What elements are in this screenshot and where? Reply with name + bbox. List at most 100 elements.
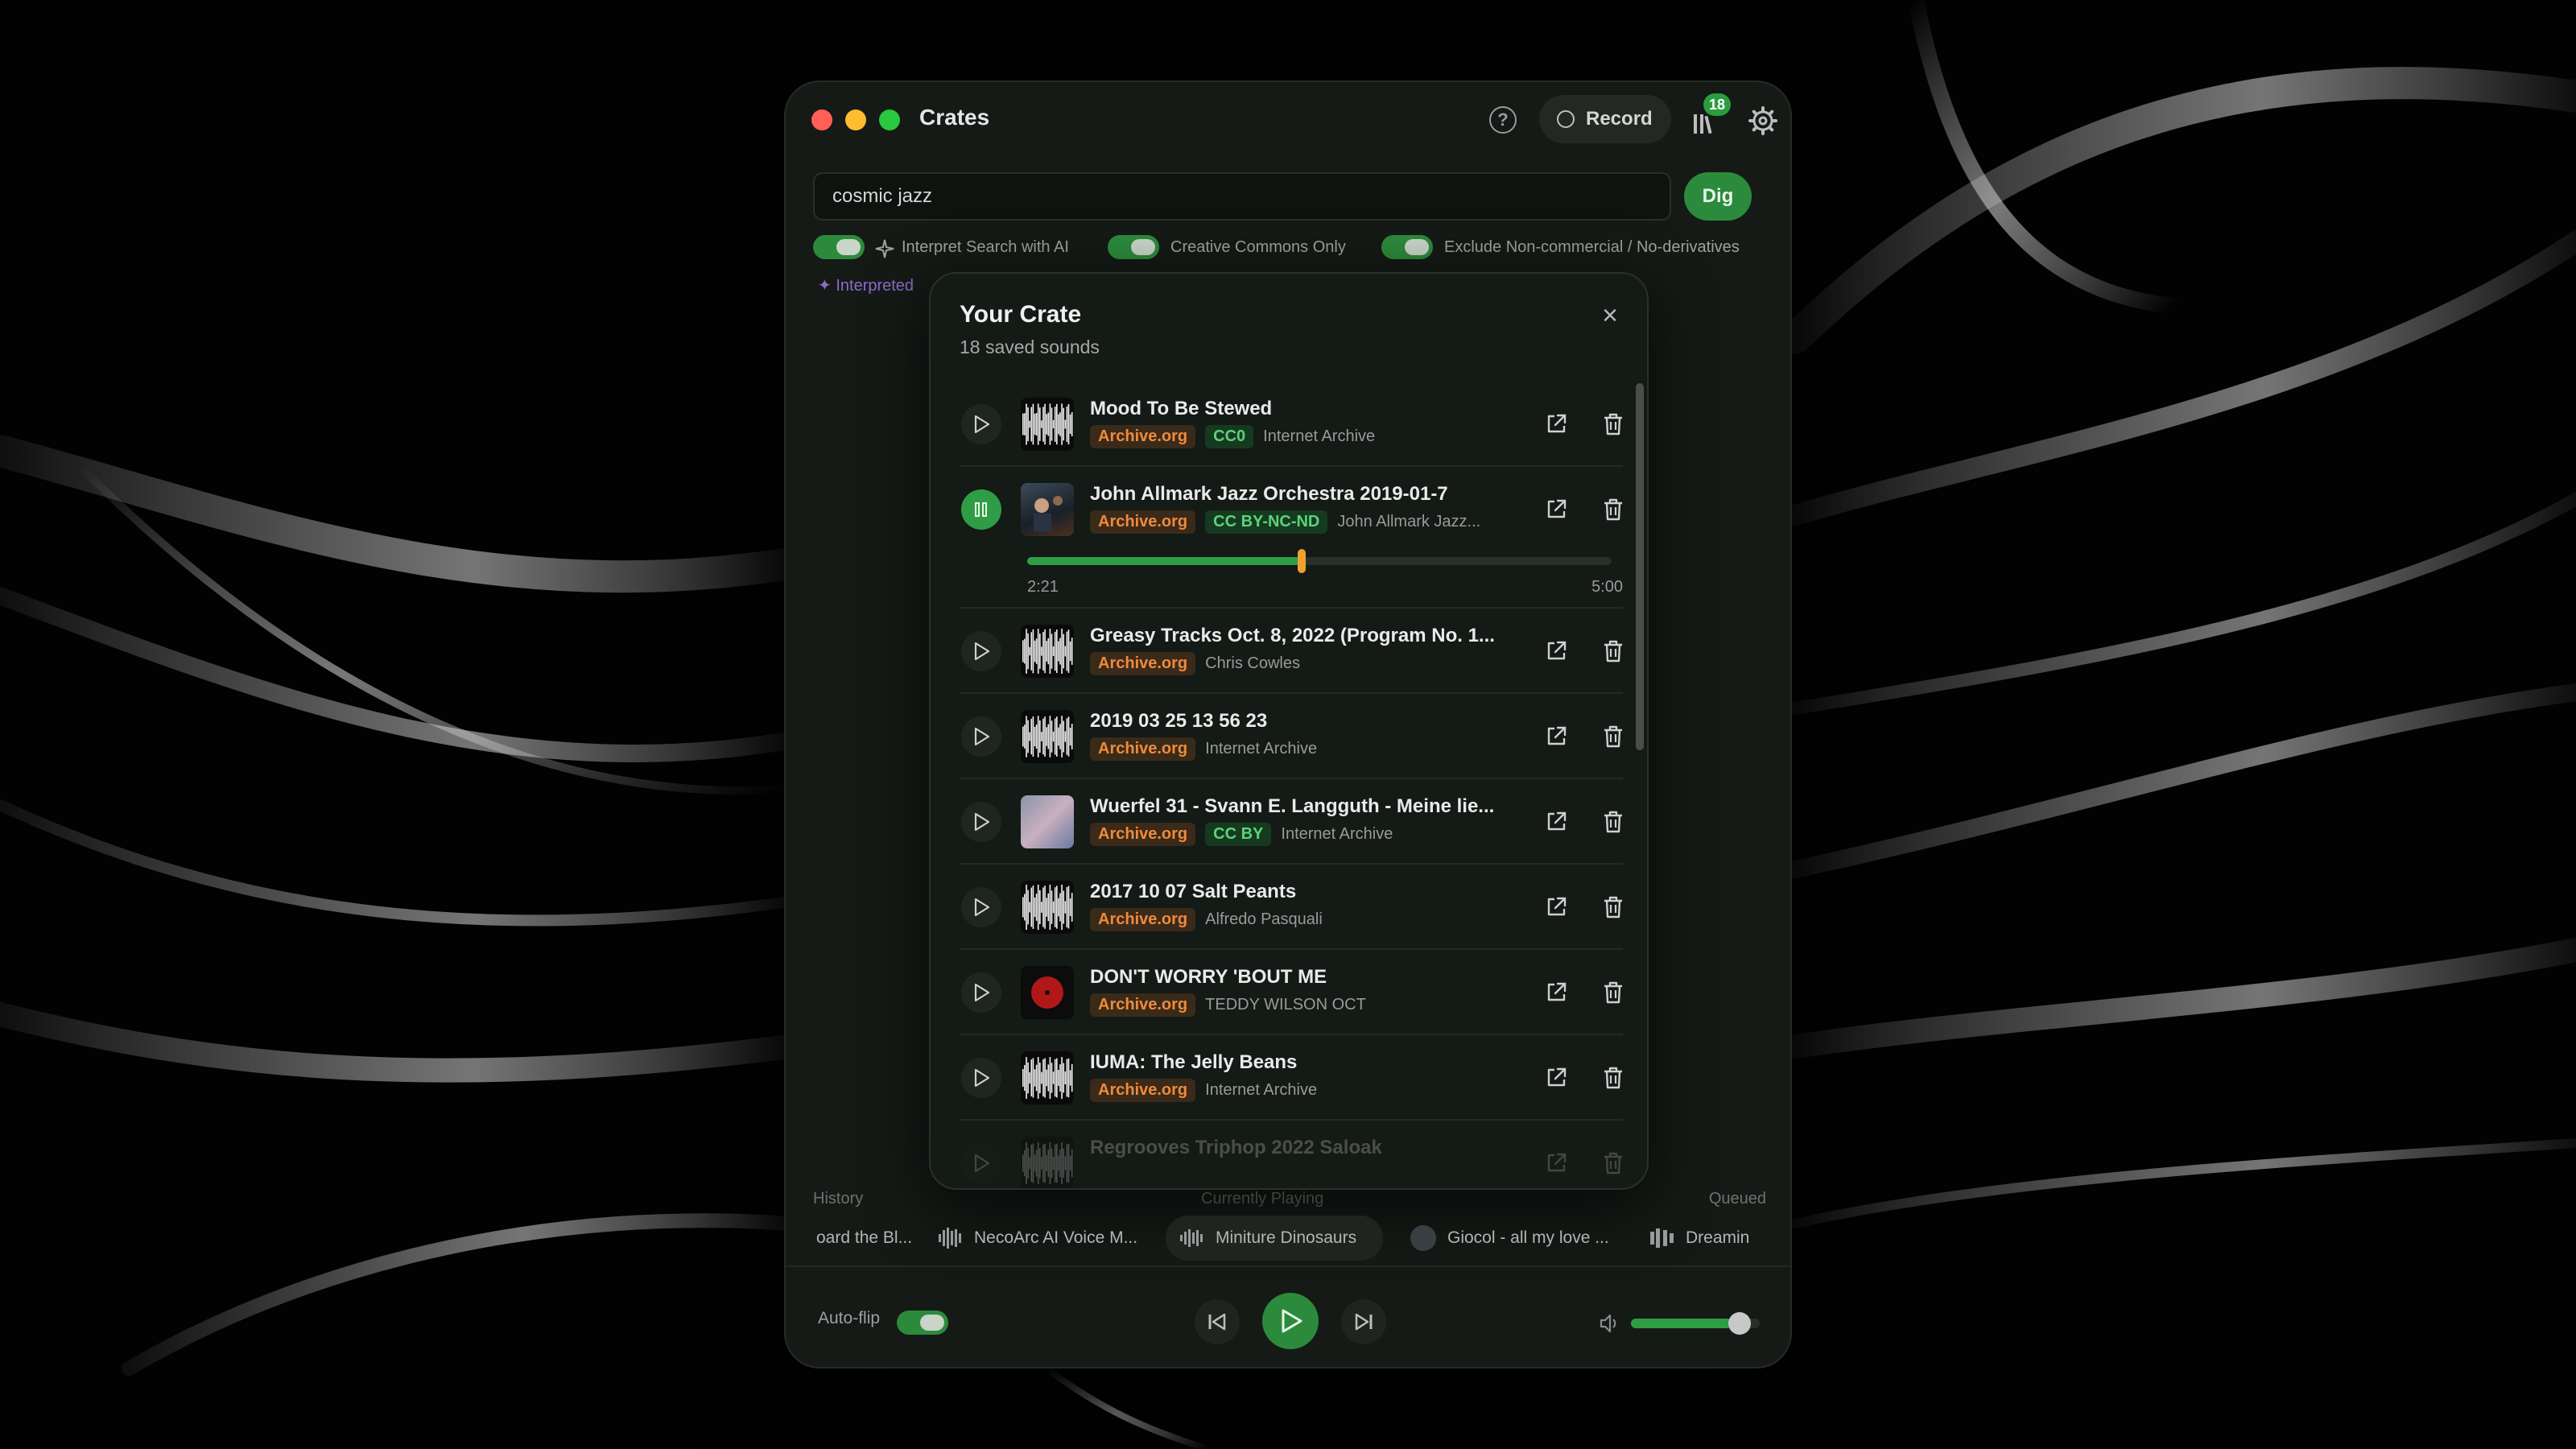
crate-row[interactable]: 2017 10 07 Salt Peants Archive.org Alfredo… — [960, 865, 1623, 950]
open-external-icon[interactable] — [1544, 1151, 1568, 1175]
progress-handle[interactable] — [1298, 549, 1307, 573]
trash-icon[interactable] — [1602, 810, 1623, 834]
trash-icon[interactable] — [1602, 639, 1623, 663]
crate-title: Your Crate — [960, 301, 1082, 328]
source-tag: Archive.org — [1090, 908, 1196, 931]
trash-icon[interactable] — [1602, 724, 1623, 749]
play-button[interactable] — [961, 972, 1001, 1013]
crate-row[interactable]: Greasy Tracks Oct. 8, 2022 (Program No. … — [960, 609, 1623, 694]
source-tag: Archive.org — [1090, 993, 1196, 1017]
minimize-window-button[interactable] — [845, 109, 866, 130]
license-tag: CC0 — [1205, 425, 1254, 448]
close-icon[interactable]: × — [1596, 301, 1624, 330]
play-button[interactable] — [961, 631, 1001, 671]
crate-row[interactable]: DON'T WORRY 'BOUT ME Archive.org TEDDY WIL… — [960, 950, 1623, 1035]
crate-row[interactable]: IUMA: The Jelly Beans Archive.org Internet… — [960, 1035, 1623, 1121]
interpreted-badge[interactable]: ✦ Interpreted — [818, 275, 914, 295]
source-tag: Archive.org — [1090, 652, 1196, 675]
dig-button[interactable]: Dig — [1684, 172, 1752, 221]
library-count-badge: 18 — [1703, 93, 1731, 116]
queue-chip[interactable]: oard the Bl... — [805, 1216, 912, 1261]
crate-row[interactable]: Wuerfel 31 - Svann E. Langguth - Meine l… — [960, 779, 1623, 865]
queue-chip[interactable]: Giocol - all my love ... — [1397, 1216, 1631, 1261]
next-button[interactable] — [1341, 1299, 1386, 1344]
track-author: Internet Archive — [1205, 1081, 1318, 1099]
track-thumbnail — [1021, 1051, 1074, 1104]
play-icon — [974, 415, 990, 434]
volume-icon[interactable] — [1599, 1312, 1621, 1335]
record-button[interactable]: Record — [1539, 95, 1671, 143]
play-icon — [974, 812, 990, 832]
play-icon — [974, 727, 990, 746]
trash-icon[interactable] — [1602, 497, 1623, 522]
crate-list: Mood To Be Stewed Archive.org CC0 Internet … — [960, 382, 1623, 1188]
volume-knob[interactable] — [1728, 1312, 1751, 1335]
license-tag: CC BY — [1205, 823, 1272, 846]
search-options: Interpret Search with AI Creative Common… — [813, 235, 1779, 264]
crate-row[interactable]: Mood To Be Stewed Archive.org CC0 Internet … — [960, 382, 1623, 467]
track-progress-bar[interactable] — [1027, 549, 1612, 573]
cc-only-toggle[interactable] — [1108, 235, 1159, 259]
queue-strip: oard the Bl... NecoArc AI Voice M... Min… — [805, 1216, 1758, 1264]
track-tags: Archive.org Internet Archive — [1090, 737, 1317, 763]
waveform-icon — [1650, 1228, 1674, 1248]
trash-icon[interactable] — [1602, 412, 1623, 436]
open-external-icon[interactable] — [1544, 412, 1568, 436]
previous-button[interactable] — [1195, 1299, 1240, 1344]
track-tags: Archive.org Alfredo Pasquali — [1090, 908, 1323, 934]
record-label: Record — [1586, 108, 1653, 130]
queue-chip-current[interactable]: Miniture Dinosaurs — [1166, 1216, 1383, 1261]
queue-chip[interactable]: NecoArc AI Voice M... — [924, 1216, 1150, 1261]
search-input[interactable]: cosmic jazz — [813, 172, 1671, 221]
play-button[interactable] — [961, 1143, 1001, 1183]
trash-icon[interactable] — [1602, 1151, 1623, 1175]
autoflip-toggle[interactable] — [897, 1311, 948, 1335]
play-button[interactable] — [961, 887, 1001, 927]
track-author: Alfredo Pasquali — [1205, 910, 1323, 928]
open-external-icon[interactable] — [1544, 497, 1568, 522]
ai-interpret-toggle[interactable] — [813, 235, 865, 259]
play-icon — [974, 1154, 990, 1173]
track-thumbnail — [1021, 1137, 1074, 1188]
crate-row[interactable]: John Allmark Jazz Orchestra 2019-01-7 Arc… — [960, 467, 1623, 609]
crate-row[interactable]: 2019 03 25 13 56 23 Archive.org Internet A… — [960, 694, 1623, 779]
open-external-icon[interactable] — [1544, 1066, 1568, 1090]
crate-scrollbar[interactable] — [1636, 383, 1644, 750]
settings-gear-icon[interactable] — [1748, 106, 1777, 135]
trash-icon[interactable] — [1602, 895, 1623, 919]
play-button[interactable] — [961, 1058, 1001, 1098]
open-external-icon[interactable] — [1544, 810, 1568, 834]
trash-icon[interactable] — [1602, 980, 1623, 1005]
track-author: Internet Archive — [1205, 740, 1318, 758]
elapsed-time: 2:21 — [1027, 578, 1059, 596]
open-external-icon[interactable] — [1544, 980, 1568, 1005]
track-title: John Allmark Jazz Orchestra 2019-01-7 — [1090, 483, 1448, 505]
track-thumbnail — [1021, 710, 1074, 763]
queue-chip-label: Giocol - all my love ... — [1447, 1228, 1609, 1247]
trash-icon[interactable] — [1602, 1066, 1623, 1090]
help-icon[interactable]: ? — [1489, 106, 1517, 134]
track-tags: Archive.org CC BY-NC-ND John Allmark Jazz.… — [1090, 510, 1480, 536]
track-author: Internet Archive — [1263, 427, 1376, 445]
track-title: 2017 10 07 Salt Peants — [1090, 881, 1297, 902]
open-external-icon[interactable] — [1544, 639, 1568, 663]
open-external-icon[interactable] — [1544, 895, 1568, 919]
play-button[interactable] — [961, 404, 1001, 444]
queue-chip[interactable]: Dreamin — [1636, 1216, 1758, 1261]
skip-back-icon — [1208, 1313, 1226, 1331]
exclude-nc-nd-toggle[interactable] — [1381, 235, 1433, 259]
pause-button[interactable] — [961, 489, 1001, 530]
source-tag: Archive.org — [1090, 425, 1196, 448]
play-button[interactable] — [961, 716, 1001, 757]
track-title: Wuerfel 31 - Svann E. Langguth - Meine l… — [1090, 795, 1495, 817]
play-button[interactable] — [961, 802, 1001, 842]
play-button[interactable] — [1262, 1293, 1319, 1349]
track-title: Greasy Tracks Oct. 8, 2022 (Program No. … — [1090, 625, 1495, 646]
crate-row[interactable]: Regrooves Triphop 2022 Saloak — [960, 1121, 1623, 1188]
duration-time: 5:00 — [1591, 578, 1623, 596]
app-title: Crates — [919, 105, 990, 130]
volume-slider[interactable] — [1631, 1312, 1760, 1335]
open-external-icon[interactable] — [1544, 724, 1568, 749]
maximize-window-button[interactable] — [879, 109, 900, 130]
close-window-button[interactable] — [811, 109, 832, 130]
